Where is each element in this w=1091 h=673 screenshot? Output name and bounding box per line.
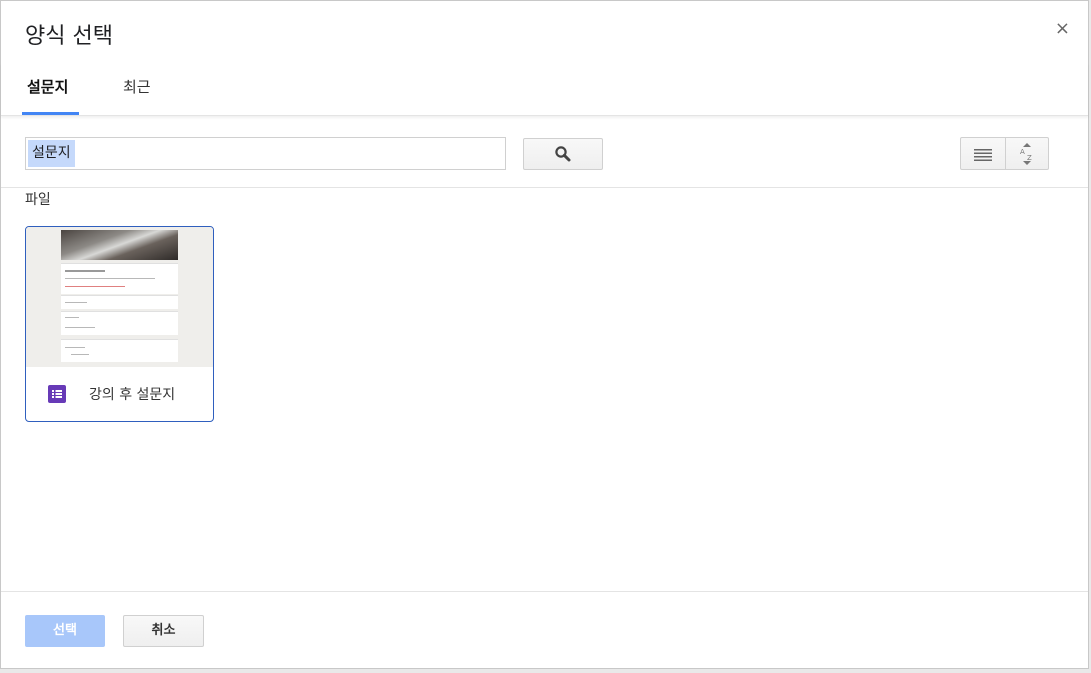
file-card[interactable]: 강의 후 설문지	[25, 226, 214, 422]
active-tab-indicator	[22, 112, 79, 115]
tab-forms[interactable]: 설문지	[27, 76, 68, 97]
select-button[interactable]: 선택	[25, 615, 105, 647]
footer-divider	[1, 591, 1088, 592]
list-view-icon	[974, 149, 992, 161]
search-button[interactable]	[523, 138, 603, 170]
dialog-title: 양식 선택	[25, 24, 113, 49]
thumbnail-question-block	[61, 295, 178, 309]
file-name: 강의 후 설문지	[89, 387, 176, 403]
files-section-label: 파일	[25, 192, 51, 208]
tab-bar: 설문지 최근	[1, 63, 1088, 116]
list-view-button[interactable]	[960, 137, 1006, 170]
cancel-button[interactable]: 취소	[123, 615, 204, 647]
search-icon	[555, 146, 571, 162]
search-input[interactable]: 설문지	[25, 137, 506, 170]
file-thumbnail	[26, 227, 213, 367]
svg-text:Z: Z	[1027, 154, 1032, 162]
tab-recent[interactable]: 최근	[123, 76, 151, 97]
close-icon[interactable]: ×	[1055, 19, 1070, 39]
thumbnail-header-image	[61, 230, 178, 260]
svg-text:A: A	[1020, 148, 1025, 156]
file-card-footer: 강의 후 설문지	[26, 367, 213, 421]
google-forms-icon	[48, 385, 66, 403]
thumbnail-question-block	[61, 311, 178, 335]
sort-az-icon: A Z	[1020, 143, 1032, 165]
search-input-value: 설문지	[28, 140, 75, 167]
toolbar-divider	[1, 187, 1088, 188]
thumbnail-question-block	[61, 339, 178, 362]
form-picker-dialog: 양식 선택 × 설문지 최근 설문지 A Z 파일 강의 후 설문지 선택 취소	[0, 0, 1089, 669]
sort-button[interactable]: A Z	[1006, 137, 1049, 170]
thumbnail-title-block	[61, 263, 178, 294]
